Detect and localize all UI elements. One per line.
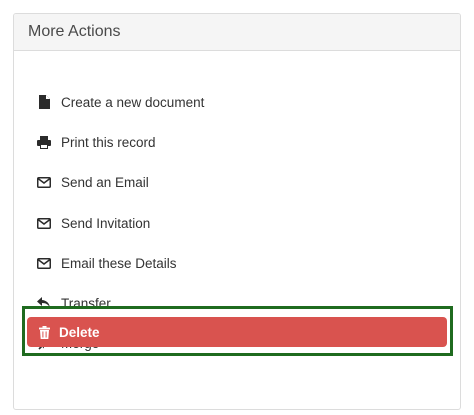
more-actions-panel: More Actions Create a new document Print… (13, 13, 461, 410)
delete-label: Delete (59, 324, 100, 340)
create-document-action[interactable]: Create a new document (37, 90, 204, 114)
panel-title: More Actions (28, 23, 121, 40)
panel-header: More Actions (14, 14, 460, 51)
action-label: Print this record (61, 134, 156, 150)
action-label: Email these Details (61, 255, 177, 271)
send-invitation-action[interactable]: Send Invitation (37, 211, 150, 235)
trash-icon (38, 325, 50, 339)
action-label: Create a new document (61, 94, 205, 110)
envelope-icon (37, 256, 51, 270)
envelope-icon (37, 175, 51, 189)
file-icon (37, 95, 51, 109)
action-label: Send an Email (61, 174, 149, 190)
action-label: Send Invitation (61, 215, 151, 231)
send-email-action[interactable]: Send an Email (37, 170, 149, 194)
print-record-action[interactable]: Print this record (37, 130, 156, 154)
envelope-icon (37, 216, 51, 230)
delete-button[interactable]: Delete (27, 317, 447, 347)
printer-icon (37, 135, 51, 149)
email-details-action[interactable]: Email these Details (37, 251, 177, 275)
